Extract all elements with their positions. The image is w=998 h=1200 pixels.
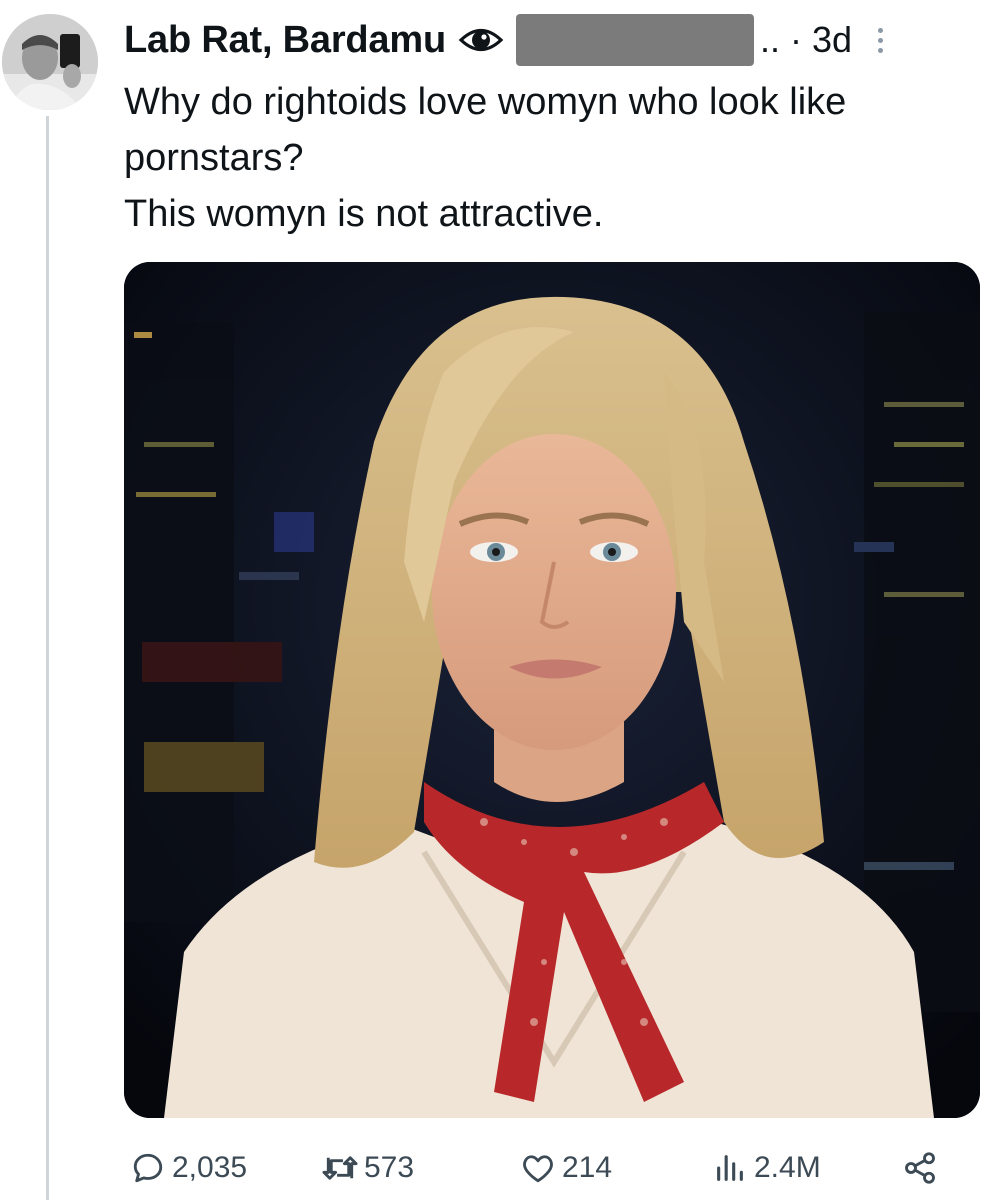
repost-icon xyxy=(320,1148,360,1188)
views-button[interactable]: 2.4M xyxy=(710,1140,821,1196)
repost-count: 573 xyxy=(364,1151,415,1184)
tweet-text-line: This womyn is not attractive. xyxy=(124,193,604,235)
reply-icon xyxy=(128,1148,168,1188)
post-time: 3d xyxy=(812,19,853,60)
tweet-text-line: Why do rightoids love womyn who look lik… xyxy=(124,81,847,179)
analytics-icon xyxy=(710,1148,750,1188)
repost-button[interactable]: 573 xyxy=(320,1140,414,1196)
share-button[interactable] xyxy=(900,1140,940,1196)
share-icon xyxy=(900,1148,940,1188)
eye-icon xyxy=(458,17,504,63)
views-count: 2.4M xyxy=(754,1151,821,1184)
author-handle-redacted xyxy=(515,14,754,66)
like-count: 214 xyxy=(562,1151,613,1184)
heart-icon xyxy=(518,1148,558,1188)
tweet-text: Why do rightoids love womyn who look lik… xyxy=(124,74,964,242)
like-button[interactable]: 214 xyxy=(518,1140,612,1196)
reply-button[interactable]: 2,035 xyxy=(128,1140,247,1196)
more-options-icon[interactable] xyxy=(870,20,890,60)
thread-line xyxy=(46,116,49,1200)
photo-portrait xyxy=(124,262,980,1118)
author-display-name[interactable]: Lab Rat, Bardamu xyxy=(124,19,446,62)
separator-dot: · xyxy=(790,19,803,60)
avatar[interactable] xyxy=(2,14,98,110)
timestamp[interactable]: .. · 3d xyxy=(760,19,852,61)
tweet-card[interactable]: Lab Rat, Bardamu .. · 3d Why do rightoid… xyxy=(0,0,998,1200)
tweet-header: Lab Rat, Bardamu .. · 3d xyxy=(124,10,984,70)
reply-count: 2,035 xyxy=(172,1151,248,1184)
action-bar: 2,035 573 214 2.4M xyxy=(124,1140,944,1196)
handle-ellipsis: .. xyxy=(759,19,780,60)
tweet-media-photo[interactable] xyxy=(124,262,980,1118)
